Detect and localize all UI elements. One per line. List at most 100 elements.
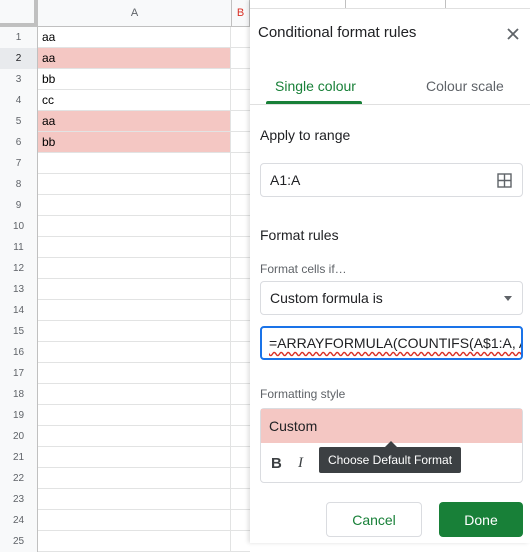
conditional-format-panel: Conditional format rules Single colour C…	[250, 0, 530, 543]
cell-b[interactable]	[231, 405, 250, 425]
apply-to-range-heading: Apply to range	[260, 127, 351, 143]
condition-dropdown[interactable]: Custom formula is	[260, 281, 523, 315]
row-number[interactable]: 14	[0, 300, 38, 321]
bold-button[interactable]: B	[271, 455, 282, 472]
cell-b[interactable]	[231, 489, 250, 509]
row-number[interactable]: 17	[0, 363, 38, 384]
cell-b[interactable]	[231, 69, 250, 89]
row-number[interactable]: 10	[0, 216, 38, 237]
cell-b[interactable]	[231, 48, 250, 68]
cell-a[interactable]: cc	[38, 90, 231, 110]
tab-colour-scale[interactable]: Colour scale	[426, 78, 504, 94]
row-number[interactable]: 1	[0, 27, 38, 48]
cell-b[interactable]	[231, 216, 250, 236]
cell-b[interactable]	[231, 279, 250, 299]
cell-b[interactable]	[231, 468, 250, 488]
cell-b[interactable]	[231, 321, 250, 341]
cell-b[interactable]	[231, 174, 250, 194]
cell-a[interactable]	[38, 216, 231, 236]
cell-a[interactable]	[38, 195, 231, 215]
cell-a[interactable]: bb	[38, 132, 231, 152]
row-number[interactable]: 13	[0, 279, 38, 300]
cell-b[interactable]	[231, 237, 250, 257]
tab-single-colour[interactable]: Single colour	[275, 78, 356, 94]
row-number[interactable]: 15	[0, 321, 38, 342]
cancel-button[interactable]: Cancel	[326, 502, 422, 537]
cell-a[interactable]	[38, 426, 231, 446]
cell-b[interactable]	[231, 132, 250, 152]
cell-b[interactable]	[231, 258, 250, 278]
cell-a[interactable]: bb	[38, 69, 231, 89]
select-all-corner[interactable]	[0, 0, 38, 27]
style-preview[interactable]: Custom	[261, 409, 522, 443]
row-number[interactable]: 25	[0, 531, 38, 552]
cell-b[interactable]	[231, 90, 250, 110]
cell-a[interactable]: aa	[38, 111, 231, 131]
row-number[interactable]: 9	[0, 195, 38, 216]
cell-a[interactable]	[38, 531, 231, 551]
table-row: 14	[0, 300, 250, 321]
range-input[interactable]: A1:A	[260, 163, 523, 197]
done-button[interactable]: Done	[439, 502, 523, 537]
row-number[interactable]: 3	[0, 69, 38, 90]
formula-input[interactable]: =ARRAYFORMULA(COUNTIFS(A$1:A, A	[260, 326, 523, 360]
grid-icon[interactable]	[497, 173, 512, 188]
cell-a[interactable]	[38, 153, 231, 173]
cell-b[interactable]	[231, 447, 250, 467]
cell-b[interactable]	[231, 510, 250, 530]
column-header-a[interactable]: A	[38, 0, 232, 27]
cell-a[interactable]	[38, 510, 231, 530]
row-number[interactable]: 11	[0, 237, 38, 258]
row-number[interactable]: 6	[0, 132, 38, 153]
table-row: 2 aa	[0, 48, 250, 69]
cell-b[interactable]	[231, 27, 250, 47]
table-row: 4 cc	[0, 90, 250, 111]
row-number[interactable]: 20	[0, 426, 38, 447]
cell-b[interactable]	[231, 426, 250, 446]
row-number[interactable]: 16	[0, 342, 38, 363]
row-number[interactable]: 18	[0, 384, 38, 405]
row-number[interactable]: 23	[0, 489, 38, 510]
column-header-b[interactable]: B	[232, 0, 250, 27]
cell-b[interactable]	[231, 342, 250, 362]
cell-a[interactable]	[38, 279, 231, 299]
cell-b[interactable]	[231, 384, 250, 404]
italic-button[interactable]: I	[298, 455, 303, 472]
close-icon[interactable]	[505, 26, 521, 42]
cell-b[interactable]	[231, 363, 250, 383]
cell-b[interactable]	[231, 195, 250, 215]
cell-a[interactable]	[38, 384, 231, 404]
table-row: 19	[0, 405, 250, 426]
row-number[interactable]: 12	[0, 258, 38, 279]
cell-b[interactable]	[231, 153, 250, 173]
cell-a[interactable]	[38, 468, 231, 488]
cell-a[interactable]	[38, 363, 231, 383]
row-number[interactable]: 7	[0, 153, 38, 174]
cell-a[interactable]	[38, 489, 231, 509]
row-number[interactable]: 8	[0, 174, 38, 195]
row-number[interactable]: 21	[0, 447, 38, 468]
table-row: 18	[0, 384, 250, 405]
cell-b[interactable]	[231, 531, 250, 551]
row-number[interactable]: 19	[0, 405, 38, 426]
cell-b[interactable]	[231, 300, 250, 320]
cell-a[interactable]	[38, 237, 231, 257]
row-number[interactable]: 4	[0, 90, 38, 111]
cell-a[interactable]	[38, 342, 231, 362]
row-number[interactable]: 24	[0, 510, 38, 531]
row-number[interactable]: 2	[0, 48, 38, 69]
cell-a[interactable]	[38, 405, 231, 425]
row-number[interactable]: 5	[0, 111, 38, 132]
cell-a[interactable]	[38, 258, 231, 278]
formatting-style-box: Custom B I Choose Default Format	[260, 408, 523, 483]
cell-a[interactable]: aa	[38, 48, 231, 68]
row-number[interactable]: 22	[0, 468, 38, 489]
table-row: 21	[0, 447, 250, 468]
cell-a[interactable]: aa	[38, 27, 231, 47]
cell-a[interactable]	[38, 321, 231, 341]
cell-a[interactable]	[38, 174, 231, 194]
table-row: 7	[0, 153, 250, 174]
cell-b[interactable]	[231, 111, 250, 131]
cell-a[interactable]	[38, 447, 231, 467]
cell-a[interactable]	[38, 300, 231, 320]
